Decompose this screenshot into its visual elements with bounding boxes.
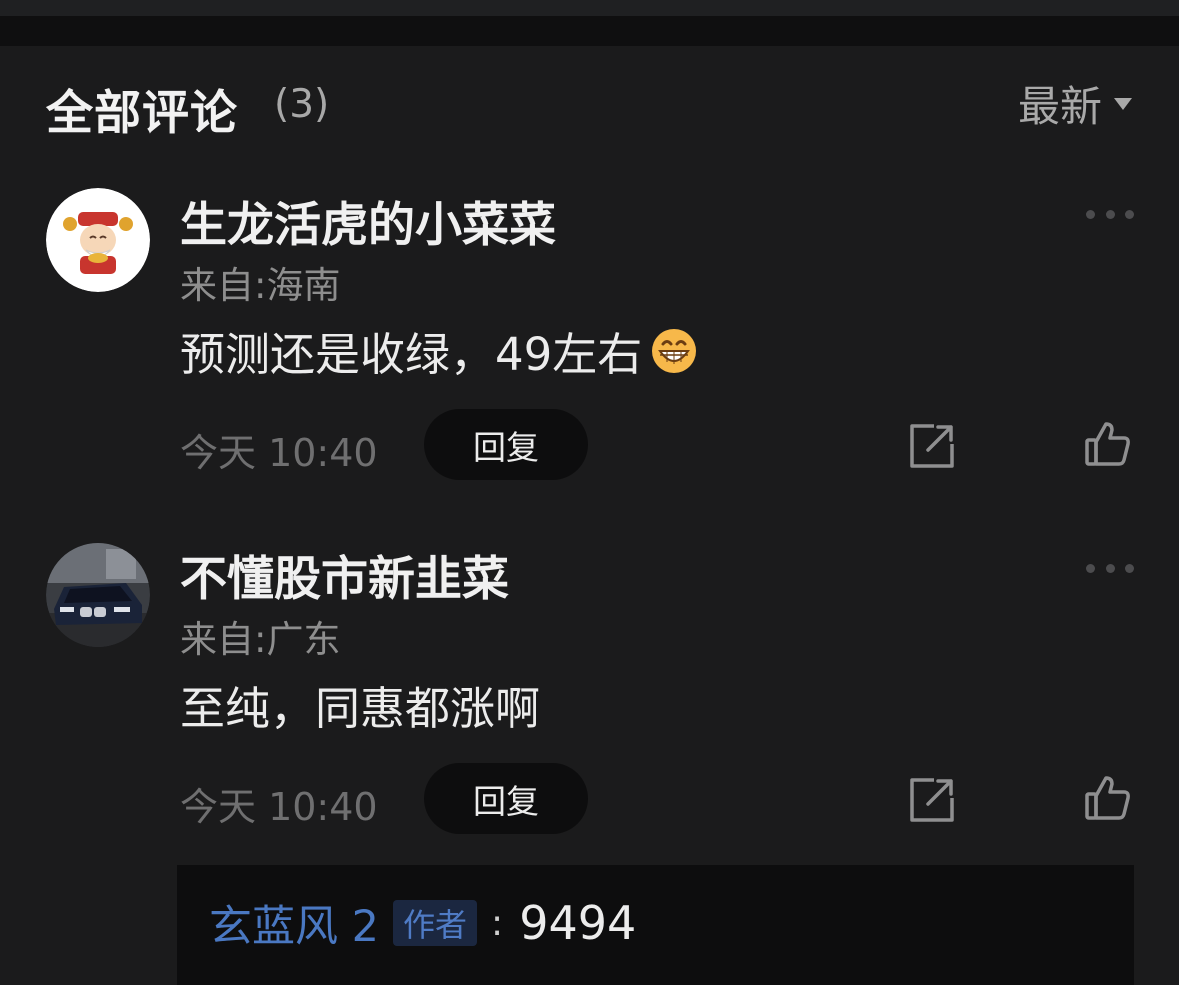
reply-button[interactable]: 回复 [424, 409, 588, 480]
comment-time: 今天 10:40 [180, 785, 378, 829]
comments-header: 全部评论 (3) 最新 [46, 70, 1132, 141]
commenter-name[interactable]: 生龙活虎的小菜菜 [180, 186, 556, 255]
avatar[interactable] [46, 188, 150, 292]
commenter-location: 来自:海南 [180, 264, 341, 307]
comment-text-body: 至纯，同惠都涨啊 [180, 682, 541, 735]
author-badge: 作者 [393, 900, 478, 946]
caret-down-icon [1114, 98, 1132, 110]
more-icon[interactable] [1086, 208, 1134, 220]
comments-title: 全部评论 [46, 86, 238, 141]
comment-text: 至纯，同惠都涨啊 [180, 672, 540, 737]
sub-reply-box[interactable]: 玄蓝风 2 作者 : 9494 [177, 865, 1134, 985]
thumbs-up-icon[interactable] [1084, 774, 1132, 822]
share-icon[interactable] [908, 422, 956, 470]
avatar[interactable] [46, 543, 150, 647]
thumbs-up-icon[interactable] [1084, 420, 1132, 468]
commenter-name[interactable]: 不懂股市新韭菜 [180, 540, 509, 609]
sub-reply-text: 9494 [519, 896, 637, 950]
sort-dropdown[interactable]: 最新 [1018, 76, 1132, 131]
sub-reply-user[interactable]: 玄蓝风 2 [209, 892, 379, 954]
sub-reply-row: 玄蓝风 2 作者 : 9494 [209, 892, 637, 954]
more-icon[interactable] [1086, 562, 1134, 574]
top-strip [0, 0, 1179, 16]
comment-text-body: 预测还是收绿，49左右 [180, 328, 643, 381]
share-icon[interactable] [908, 776, 956, 824]
comment-time: 今天 10:40 [180, 431, 378, 475]
commenter-location: 来自:广东 [180, 618, 341, 661]
grinning-face-icon [652, 328, 697, 373]
top-bar [0, 16, 1179, 46]
comments-count: (3) [274, 82, 330, 127]
comment-text: 预测还是收绿，49左右 [180, 318, 698, 383]
sort-label: 最新 [1017, 81, 1102, 131]
reply-button[interactable]: 回复 [424, 763, 588, 834]
sub-reply-separator: : [491, 902, 504, 944]
